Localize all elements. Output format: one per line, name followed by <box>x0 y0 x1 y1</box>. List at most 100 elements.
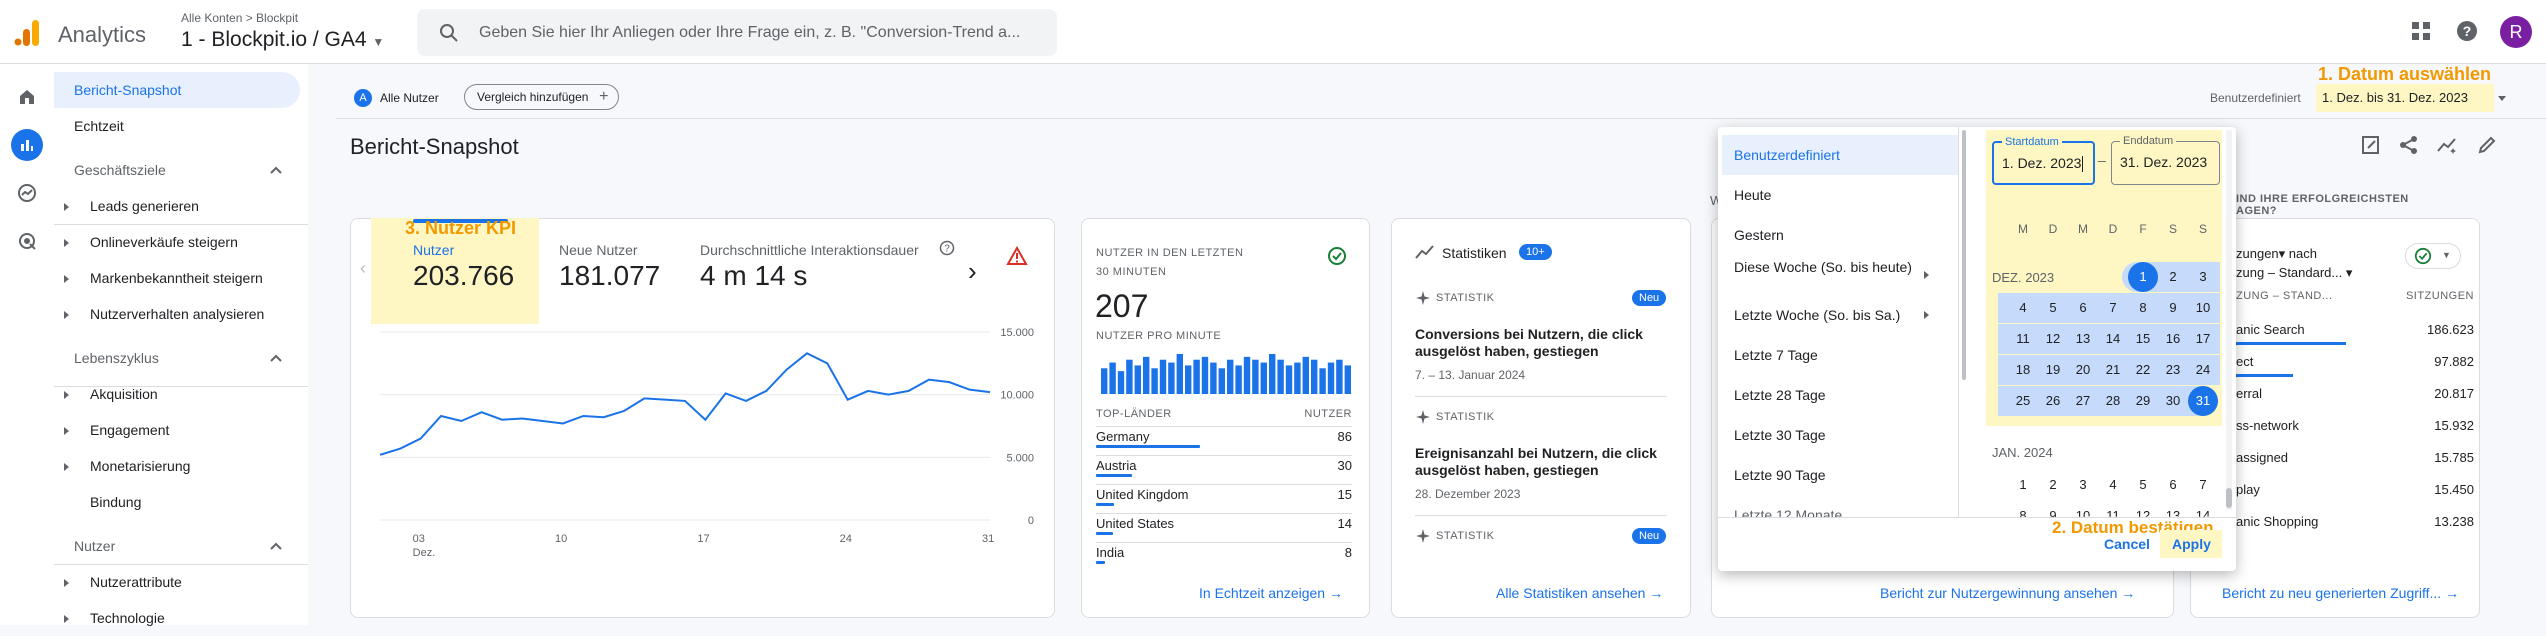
user-acquisition-link[interactable]: Bericht zur Nutzergewinnung ansehen → <box>1880 585 2135 601</box>
calendar-day[interactable]: 12 <box>2038 324 2068 354</box>
calendar-day[interactable]: 18 <box>2008 355 2038 385</box>
calendar-day[interactable]: 3 <box>2068 470 2098 500</box>
calendar-day[interactable]: 12 <box>2128 501 2158 517</box>
search-bar[interactable]: Geben Sie hier Ihr Anliegen oder Ihre Fr… <box>417 9 1057 56</box>
calendar-day[interactable]: 13 <box>2068 324 2098 354</box>
chevron-left-icon[interactable]: ‹ <box>360 258 366 279</box>
calendar-day[interactable]: 4 <box>2098 470 2128 500</box>
share-icon[interactable] <box>2398 134 2420 156</box>
calendar-day[interactable]: 28 <box>2098 386 2128 416</box>
date-option-letzte-12-monate[interactable]: Letzte 12 Monate <box>1718 495 1958 517</box>
calendar-day[interactable]: 9 <box>2038 501 2068 517</box>
explore-icon[interactable] <box>11 177 43 209</box>
calendar-day[interactable]: 1 <box>2128 262 2158 292</box>
calendar-day[interactable]: 24 <box>2188 355 2218 385</box>
date-option-heute[interactable]: Heute <box>1718 175 1958 215</box>
user-avatar[interactable]: R <box>2500 16 2532 48</box>
apps-grid-icon[interactable] <box>2410 20 2432 42</box>
date-option-letzte-30-tage[interactable]: Letzte 30 Tage <box>1718 415 1958 455</box>
calendar-day[interactable]: 5 <box>2128 470 2158 500</box>
date-option-letzte-90-tage[interactable]: Letzte 90 Tage <box>1718 455 1958 495</box>
calendar-day[interactable]: 7 <box>2188 470 2218 500</box>
calendar-day[interactable]: 25 <box>2008 386 2038 416</box>
cancel-button[interactable]: Cancel <box>2104 536 2150 552</box>
sidebar-item-geschaftsziele[interactable]: Geschäftsziele <box>54 152 300 188</box>
add-comparison-button[interactable]: Vergleich hinzufügen + <box>464 84 620 110</box>
sidebar-item-engagement[interactable]: Engagement <box>54 412 300 448</box>
sidebar-item-onlineverkaufe-steigern[interactable]: Onlineverkäufe steigern <box>54 224 300 260</box>
calendar-day[interactable]: 22 <box>2128 355 2158 385</box>
kpi-engagement-label[interactable]: Durchschnittliche Interaktionsdauer <box>700 242 919 258</box>
calendar-day[interactable]: 5 <box>2038 293 2068 323</box>
sidebar-item-nutzer[interactable]: Nutzer <box>54 528 300 564</box>
date-option-diese-woche-so-bis-heute[interactable]: Diese Woche (So. bis heute) <box>1718 255 1958 295</box>
kpi-new-users-label[interactable]: Neue Nutzer <box>559 242 638 258</box>
calendar-day[interactable]: 31 <box>2188 386 2218 416</box>
calendar-day[interactable]: 27 <box>2068 386 2098 416</box>
insight-title[interactable]: Ereignisanzahl bei Nutzern, die click au… <box>1415 445 1665 479</box>
calendar-day[interactable]: 30 <box>2158 386 2188 416</box>
calendar-day[interactable]: 2 <box>2158 262 2188 292</box>
calendar-day[interactable]: 1 <box>2008 470 2038 500</box>
sidebar-item-akquisition[interactable]: Akquisition <box>54 376 300 412</box>
calendar-day[interactable]: 8 <box>2008 501 2038 517</box>
account-breadcrumb[interactable]: Alle Konten > Blockpit <box>181 11 298 25</box>
calendar-day[interactable]: 10 <box>2188 293 2218 323</box>
property-selector[interactable]: 1 - Blockpit.io / GA4 ▼ <box>181 28 384 52</box>
calendar-day[interactable]: 6 <box>2158 470 2188 500</box>
warning-icon[interactable] <box>1006 246 1028 266</box>
calendar-scrollbar-thumb[interactable] <box>2226 488 2232 508</box>
date-option-benutzerdefiniert[interactable]: Benutzerdefiniert <box>1722 135 1958 175</box>
date-option-gestern[interactable]: Gestern <box>1718 215 1958 255</box>
help-icon[interactable]: ? <box>2456 20 2478 42</box>
home-icon[interactable] <box>11 81 43 113</box>
date-range-selector[interactable]: 1. Dez. bis 31. Dez. 2023 <box>2316 84 2506 112</box>
calendar-day[interactable]: 23 <box>2158 355 2188 385</box>
all-users-chip[interactable]: A Alle Nutzer <box>350 85 449 111</box>
calendar-day[interactable]: 3 <box>2188 262 2218 292</box>
sidebar-item-markenbekanntheit-steigern[interactable]: Markenbekanntheit steigern <box>54 260 300 296</box>
date-option-letzte-28-tage[interactable]: Letzte 28 Tage <box>1718 375 1958 415</box>
end-date-field[interactable]: Enddatum 31. Dez. 2023 <box>2111 135 2220 185</box>
calendar-day[interactable]: 9 <box>2158 293 2188 323</box>
calendar-day[interactable]: 10 <box>2068 501 2098 517</box>
view-realtime-link[interactable]: In Echtzeit anzeigen → <box>1199 585 1343 601</box>
sidebar-item-bindung[interactable]: Bindung <box>54 484 300 520</box>
calendar-day[interactable]: 14 <box>2188 501 2218 517</box>
sidebar-item-echtzeit[interactable]: Echtzeit <box>54 108 300 144</box>
calendar-day[interactable]: 26 <box>2038 386 2068 416</box>
sidebar-item-bericht-snapshot[interactable]: Bericht-Snapshot <box>54 72 300 108</box>
insights-icon[interactable] <box>2436 134 2458 156</box>
calendar-day[interactable]: 29 <box>2128 386 2158 416</box>
calendar-day[interactable]: 6 <box>2068 293 2098 323</box>
reports-icon[interactable] <box>11 129 43 161</box>
calendar-day[interactable]: 2 <box>2038 470 2068 500</box>
calendar-day[interactable]: 16 <box>2158 324 2188 354</box>
sidebar-item-lebenszyklus[interactable]: Lebenszyklus <box>54 340 300 376</box>
start-date-field[interactable]: Startdatum 1. Dez. 2023 <box>1992 136 2095 185</box>
help-circle-icon[interactable]: ? <box>939 240 955 256</box>
new-traffic-link[interactable]: Bericht zu neu generierten Zugriff... → <box>2222 585 2459 601</box>
kpi-users-label[interactable]: Nutzer <box>413 242 454 258</box>
date-option-letzte-7-tage[interactable]: Letzte 7 Tage <box>1718 335 1958 375</box>
all-insights-link[interactable]: Alle Statistiken ansehen → <box>1496 585 1663 601</box>
sidebar-item-nutzerattribute[interactable]: Nutzerattribute <box>54 564 300 600</box>
calendar-scrollbar-track[interactable] <box>2226 130 2232 510</box>
sidebar-item-nutzerverhalten-analysieren[interactable]: Nutzerverhalten analysieren <box>54 296 300 332</box>
calendar-day[interactable]: 15 <box>2128 324 2158 354</box>
metric-dropdown[interactable]: zungen▾ nach <box>2236 246 2317 262</box>
calendar-day[interactable]: 11 <box>2008 324 2038 354</box>
calendar-day[interactable]: 21 <box>2098 355 2128 385</box>
apply-button[interactable]: Apply <box>2172 536 2211 552</box>
date-option-letzte-woche-so-bis-sa[interactable]: Letzte Woche (So. bis Sa.) <box>1718 295 1958 335</box>
advertising-icon[interactable] <box>11 225 43 257</box>
check-circle-icon[interactable] <box>1327 246 1347 266</box>
analytics-logo-icon[interactable] <box>14 20 40 46</box>
sidebar-item-leads-generieren[interactable]: Leads generieren <box>54 188 300 224</box>
chevron-right-icon[interactable]: › <box>968 256 977 287</box>
calendar-day[interactable]: 17 <box>2188 324 2218 354</box>
calendar-day[interactable]: 4 <box>2008 293 2038 323</box>
calendar-day[interactable]: 11 <box>2098 501 2128 517</box>
calendar-day[interactable]: 19 <box>2038 355 2068 385</box>
calendar-day[interactable]: 8 <box>2128 293 2158 323</box>
